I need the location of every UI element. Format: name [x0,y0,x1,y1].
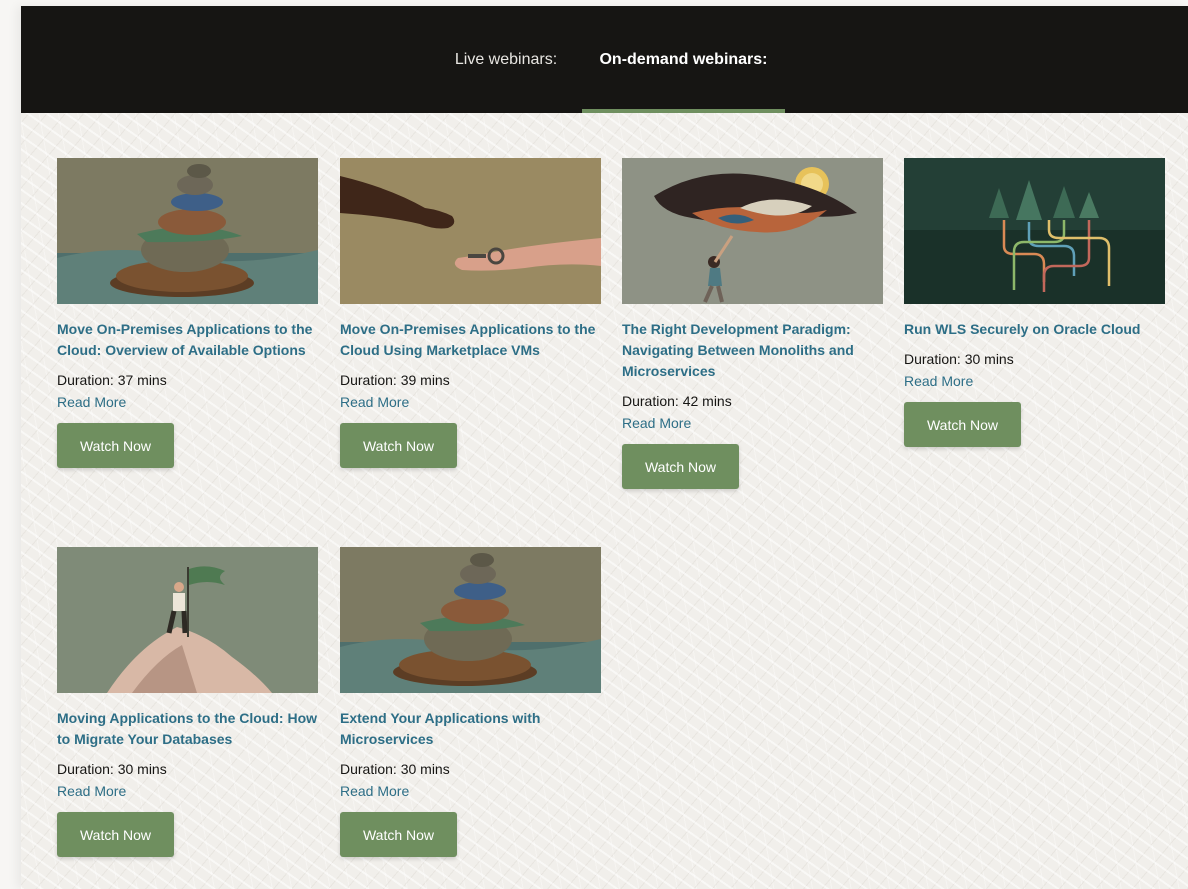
read-more-link[interactable]: Read More [904,371,1166,391]
webinar-title-link[interactable]: Run WLS Securely on Oracle Cloud [904,319,1166,340]
webinar-tabs-bar: Live webinars: On-demand webinars: [21,6,1188,113]
webinar-duration: Duration: 37 mins [57,372,167,388]
watch-now-button[interactable]: Watch Now [57,423,174,468]
tab-on-demand-webinars[interactable]: On-demand webinars: [582,6,785,113]
watch-now-button[interactable]: Watch Now [622,444,739,489]
webinar-card: Extend Your Applications with Microservi… [340,547,602,857]
webinar-card: Run WLS Securely on Oracle Cloud Duratio… [904,158,1166,447]
watch-now-button[interactable]: Watch Now [340,812,457,857]
flag-summit-image[interactable] [57,547,318,693]
webinar-card: Moving Applications to the Cloud: How to… [57,547,319,857]
webinar-title-link[interactable]: The Right Development Paradigm: Navigati… [622,319,884,382]
webinar-title-link[interactable]: Move On-Premises Applications to the Clo… [57,319,319,361]
webinar-title-link[interactable]: Extend Your Applications with Microservi… [340,708,602,750]
webinar-card: Move On-Premises Applications to the Clo… [340,158,602,468]
read-more-link[interactable]: Read More [57,781,319,801]
webinar-card: The Right Development Paradigm: Navigati… [622,158,884,489]
watch-now-button[interactable]: Watch Now [904,402,1021,447]
floating-island-image[interactable] [622,158,883,304]
watch-now-button[interactable]: Watch Now [57,812,174,857]
webinar-card: Move On-Premises Applications to the Clo… [57,158,319,468]
stacked-stones-image[interactable] [57,158,318,304]
forest-roots-image[interactable] [904,158,1165,304]
webinar-title-link[interactable]: Moving Applications to the Cloud: How to… [57,708,319,750]
read-more-link[interactable]: Read More [340,392,602,412]
webinar-title-link[interactable]: Move On-Premises Applications to the Clo… [340,319,602,361]
webinar-duration: Duration: 39 mins [340,372,450,388]
watch-now-button[interactable]: Watch Now [340,423,457,468]
read-more-link[interactable]: Read More [622,413,884,433]
tab-live-webinars[interactable]: Live webinars: [431,6,581,113]
webinar-duration: Duration: 30 mins [340,761,450,777]
webinar-duration: Duration: 30 mins [57,761,167,777]
webinars-page: Live webinars: On-demand webinars: Move … [21,6,1188,889]
hands-key-image[interactable] [340,158,601,304]
webinar-duration: Duration: 30 mins [904,351,1014,367]
read-more-link[interactable]: Read More [340,781,602,801]
stacked-stones-image[interactable] [340,547,601,693]
webinar-duration: Duration: 42 mins [622,393,732,409]
read-more-link[interactable]: Read More [57,392,319,412]
